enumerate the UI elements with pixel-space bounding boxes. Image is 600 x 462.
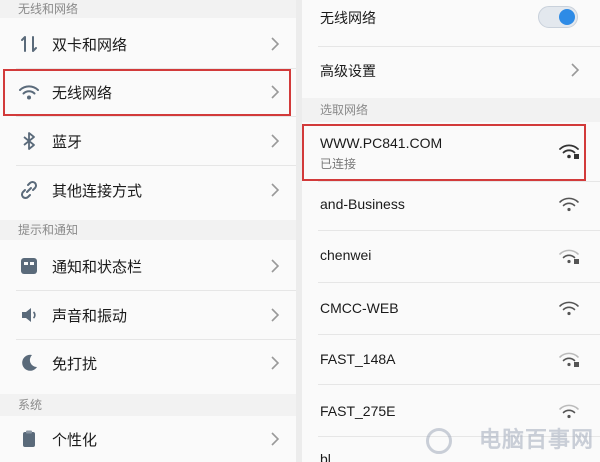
moon-icon — [18, 352, 40, 374]
settings-item-label: 声音和振动 — [52, 307, 128, 325]
section-header-system: 系统 — [0, 394, 296, 416]
wifi-signal-locked-icon — [559, 249, 579, 264]
network-row[interactable]: CMCC-WEB — [302, 283, 600, 333]
watermark-text: 电脑百事网 — [478, 427, 594, 452]
network-ssid: WWW.PC841.COM — [320, 135, 443, 151]
network-ssid: chenwei — [320, 247, 372, 263]
section-header-wireless: 无线和网络 — [0, 0, 296, 18]
section-header-choose-network: 选取网络 — [302, 98, 600, 122]
section-header-notifications: 提示和通知 — [0, 220, 296, 240]
settings-item-label: 通知和状态栏 — [52, 258, 143, 276]
clipboard-icon — [18, 428, 40, 450]
network-row[interactable]: chenwei — [302, 231, 600, 281]
advanced-settings-row[interactable]: 高级设置 — [302, 47, 600, 93]
settings-item-label: 免打扰 — [52, 355, 98, 373]
wifi-toggle-row[interactable]: 无线网络 — [302, 0, 600, 36]
network-ssid: and-Business — [320, 196, 405, 212]
watermark-logo-icon — [426, 428, 452, 454]
settings-item-label: 其他连接方式 — [52, 182, 143, 200]
settings-item-label: 无线网络 — [52, 84, 113, 102]
settings-item-wifi[interactable]: 无线网络 — [0, 69, 296, 115]
chevron-right-icon — [271, 308, 280, 322]
chevron-right-icon — [271, 183, 280, 197]
network-status: 已连接 — [320, 157, 357, 171]
settings-item-dual-sim[interactable]: 双卡和网络 — [0, 20, 296, 68]
settings-item-other-connections[interactable]: 其他连接方式 — [0, 166, 296, 214]
network-ssid: FAST_148A — [320, 351, 396, 367]
wifi-signal-icon — [559, 197, 579, 212]
wifi-toggle-label: 无线网络 — [320, 10, 376, 26]
notification-icon — [18, 255, 40, 277]
settings-item-label: 双卡和网络 — [52, 36, 128, 54]
advanced-settings-label: 高级设置 — [320, 63, 376, 79]
settings-main-list: 无线和网络 双卡和网络 无线网络 蓝牙 其他连接方式 提示和通知 通知和状态栏 … — [0, 0, 296, 462]
network-ssid: CMCC-WEB — [320, 300, 399, 316]
chevron-right-icon — [271, 432, 280, 446]
network-ssid: FAST_275E — [320, 403, 396, 419]
network-row[interactable]: and-Business — [302, 182, 600, 226]
chevron-right-icon — [271, 356, 280, 370]
speaker-icon — [18, 304, 40, 326]
chevron-right-icon — [271, 85, 280, 99]
chevron-right-icon — [271, 259, 280, 273]
toggle-knob — [559, 9, 575, 25]
wifi-toggle-switch[interactable] — [538, 6, 578, 28]
network-row-connected[interactable]: WWW.PC841.COM 已连接 — [302, 124, 600, 180]
chevron-right-icon — [571, 63, 580, 77]
settings-item-personalization[interactable]: 个性化 — [0, 416, 296, 462]
settings-item-bluetooth[interactable]: 蓝牙 — [0, 117, 296, 165]
chevron-right-icon — [271, 37, 280, 51]
link-icon — [18, 179, 40, 201]
bluetooth-icon — [18, 130, 40, 152]
settings-item-label: 蓝牙 — [52, 133, 83, 151]
settings-item-label: 个性化 — [52, 431, 98, 449]
sim-transfer-icon — [18, 33, 40, 55]
wifi-signal-icon — [559, 404, 579, 419]
wifi-icon — [18, 81, 40, 103]
wifi-signal-locked-icon — [559, 352, 579, 367]
settings-item-notifications[interactable]: 通知和状态栏 — [0, 242, 296, 290]
wifi-signal-locked-icon — [559, 144, 579, 159]
network-row[interactable]: FAST_148A — [302, 335, 600, 383]
chevron-right-icon — [271, 134, 280, 148]
settings-item-sound[interactable]: 声音和振动 — [0, 291, 296, 339]
network-ssid: bl — [320, 451, 331, 462]
wifi-signal-icon — [559, 301, 579, 316]
wifi-settings-panel: 无线网络 高级设置 选取网络 WWW.PC841.COM 已连接 and-Bus… — [302, 0, 600, 462]
settings-item-do-not-disturb[interactable]: 免打扰 — [0, 340, 296, 386]
